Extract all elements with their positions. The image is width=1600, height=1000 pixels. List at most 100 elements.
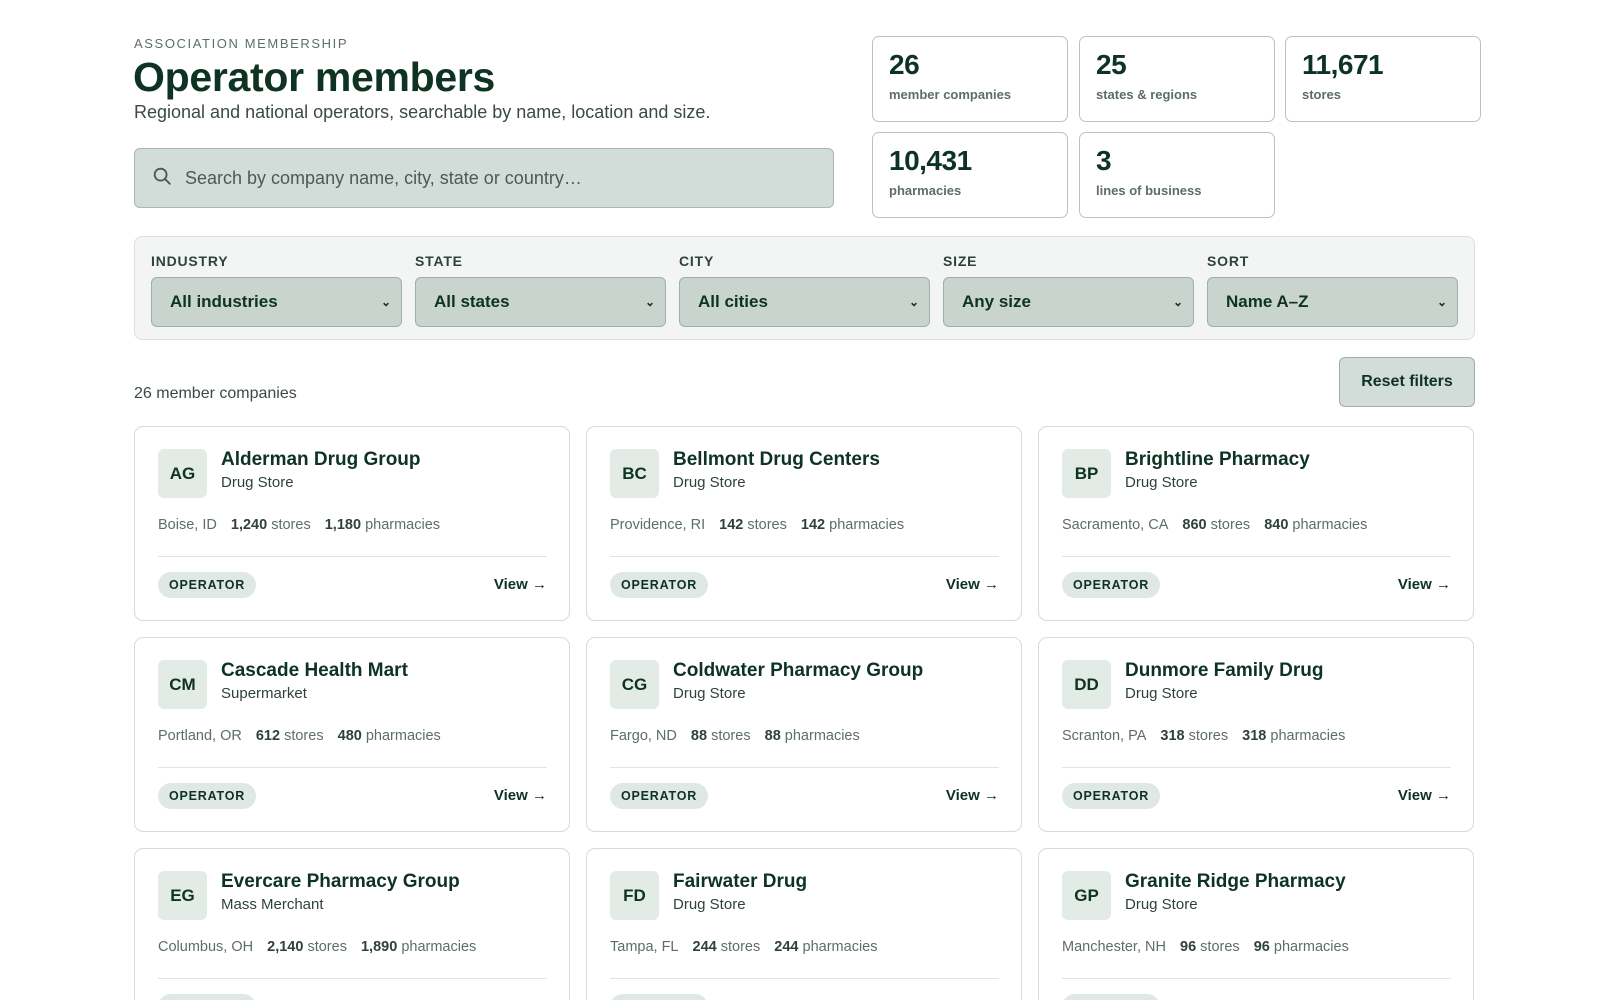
stat-label: pharmacies (889, 183, 962, 198)
company-name[interactable]: Granite Ridge Pharmacy (1125, 871, 1346, 893)
view-link[interactable]: View → (1398, 576, 1451, 593)
company-card[interactable]: CG Coldwater Pharmacy Group Drug Store F… (586, 637, 1022, 832)
company-card[interactable]: EG Evercare Pharmacy Group Mass Merchant… (134, 848, 570, 1000)
filter-label: INDUSTRY (151, 253, 229, 269)
stat-lines-of-business: 3 lines of business (1079, 132, 1275, 218)
filter-state: STATE All states ⌄ (415, 253, 666, 327)
company-meta: Boise, ID 1,240 stores 1,180 pharmacies (158, 517, 440, 533)
pharmacy-count: 1,890 (360, 939, 398, 955)
company-location: Manchester, NH (1062, 939, 1166, 955)
stat-label: stores (1302, 87, 1342, 102)
company-avatar: AG (158, 449, 207, 498)
search-input[interactable] (185, 167, 805, 189)
pharmacy-count: 244 (774, 939, 799, 955)
card-divider (1062, 978, 1451, 979)
company-type: Drug Store (1125, 474, 1198, 491)
search-icon (151, 165, 173, 192)
company-avatar: CG (610, 660, 659, 709)
company-card[interactable]: BC Bellmont Drug Centers Drug Store Prov… (586, 426, 1022, 621)
company-name[interactable]: Bellmont Drug Centers (673, 449, 880, 471)
company-card[interactable]: GP Granite Ridge Pharmacy Drug Store Man… (1038, 848, 1474, 1000)
stores-word: stores (271, 517, 311, 533)
view-link[interactable]: View → (494, 787, 547, 804)
company-name[interactable]: Dunmore Family Drug (1125, 660, 1323, 682)
pharmacies-word: pharmacies (784, 728, 860, 744)
company-avatar: FD (610, 871, 659, 920)
company-type: Mass Merchant (221, 896, 324, 913)
operator-badge: OPERATOR (1062, 994, 1161, 1000)
view-link[interactable]: View → (946, 576, 999, 593)
sort-select[interactable]: Name A–Z ⌄ (1207, 277, 1458, 327)
search-box[interactable] (134, 148, 834, 208)
company-name[interactable]: Alderman Drug Group (221, 449, 421, 471)
company-type: Supermarket (221, 685, 307, 702)
company-name[interactable]: Coldwater Pharmacy Group (673, 660, 923, 682)
company-location: Scranton, PA (1062, 728, 1147, 744)
pharmacy-count: 96 (1253, 939, 1270, 955)
company-name[interactable]: Fairwater Drug (673, 871, 807, 893)
view-link[interactable]: View → (1398, 787, 1451, 804)
company-card[interactable]: BP Brightline Pharmacy Drug Store Sacram… (1038, 426, 1474, 621)
card-divider (158, 978, 547, 979)
company-card[interactable]: CM Cascade Health Mart Supermarket Portl… (134, 637, 570, 832)
stores-word: stores (1210, 517, 1251, 533)
company-card[interactable]: DD Dunmore Family Drug Drug Store Scrant… (1038, 637, 1474, 832)
city-select[interactable]: All cities ⌄ (679, 277, 930, 327)
company-location: Portland, OR (158, 728, 242, 744)
company-meta: Portland, OR 612 stores 480 pharmacies (158, 728, 441, 744)
card-divider (158, 556, 547, 557)
company-name[interactable]: Evercare Pharmacy Group (221, 871, 460, 893)
stat-value: 11,671 (1302, 49, 1384, 80)
company-type: Drug Store (673, 685, 746, 702)
chevron-down-icon: ⌄ (380, 295, 391, 309)
view-link[interactable]: View → (494, 576, 547, 593)
pharmacies-word: pharmacies (365, 517, 441, 533)
size-select[interactable]: Any size ⌄ (943, 277, 1194, 327)
operator-badge: OPERATOR (158, 572, 257, 598)
chevron-down-icon: ⌄ (1436, 295, 1447, 309)
stat-stores: 11,671 stores (1285, 36, 1481, 122)
stat-states-regions: 25 states & regions (1079, 36, 1275, 122)
company-card[interactable]: FD Fairwater Drug Drug Store Tampa, FL 2… (586, 848, 1022, 1000)
company-meta: Scranton, PA 318 stores 318 pharmacies (1062, 728, 1345, 744)
reset-filters-button[interactable]: Reset filters (1339, 357, 1475, 407)
store-count: 96 (1180, 939, 1197, 955)
view-link[interactable]: View → (946, 787, 999, 804)
page-subtitle: Regional and national operators, searcha… (134, 102, 711, 122)
stores-word: stores (1188, 728, 1229, 744)
company-name[interactable]: Cascade Health Mart (221, 660, 408, 682)
store-count: 142 (719, 517, 744, 533)
company-location: Providence, RI (610, 517, 706, 533)
industry-select[interactable]: All industries ⌄ (151, 277, 402, 327)
stat-member-companies: 26 member companies (872, 36, 1068, 122)
stat-label: lines of business (1096, 183, 1202, 198)
pharmacy-count: 1,180 (324, 517, 362, 533)
company-meta: Fargo, ND 88 stores 88 pharmacies (610, 728, 860, 744)
chevron-down-icon: ⌄ (644, 295, 655, 309)
operator-badge: OPERATOR (610, 572, 709, 598)
company-type: Drug Store (1125, 896, 1198, 913)
store-count: 318 (1160, 728, 1185, 744)
pharmacy-count: 318 (1242, 728, 1267, 744)
store-count: 244 (692, 939, 717, 955)
operator-badge: OPERATOR (610, 783, 709, 809)
company-card[interactable]: AG Alderman Drug Group Drug Store Boise,… (134, 426, 570, 621)
company-meta: Sacramento, CA 860 stores 840 pharmacies (1062, 517, 1367, 533)
operator-badge: OPERATOR (610, 994, 709, 1000)
store-count: 860 (1182, 517, 1207, 533)
company-type: Drug Store (673, 474, 746, 491)
company-location: Columbus, OH (158, 939, 254, 955)
company-type: Drug Store (673, 896, 746, 913)
filter-city: CITY All cities ⌄ (679, 253, 930, 327)
members-page: ASSOCIATION MEMBERSHIP Operator members … (0, 0, 1600, 1000)
card-divider (1062, 767, 1451, 768)
company-card-grid: AG Alderman Drug Group Drug Store Boise,… (134, 426, 1475, 1000)
select-value: Any size (962, 292, 1031, 311)
company-avatar: CM (158, 660, 207, 709)
company-name[interactable]: Brightline Pharmacy (1125, 449, 1310, 471)
result-count: 26 member companies (134, 385, 297, 402)
state-select[interactable]: All states ⌄ (415, 277, 666, 327)
company-type: Drug Store (1125, 685, 1198, 702)
filter-size: SIZE Any size ⌄ (943, 253, 1194, 327)
company-avatar: BP (1062, 449, 1111, 498)
